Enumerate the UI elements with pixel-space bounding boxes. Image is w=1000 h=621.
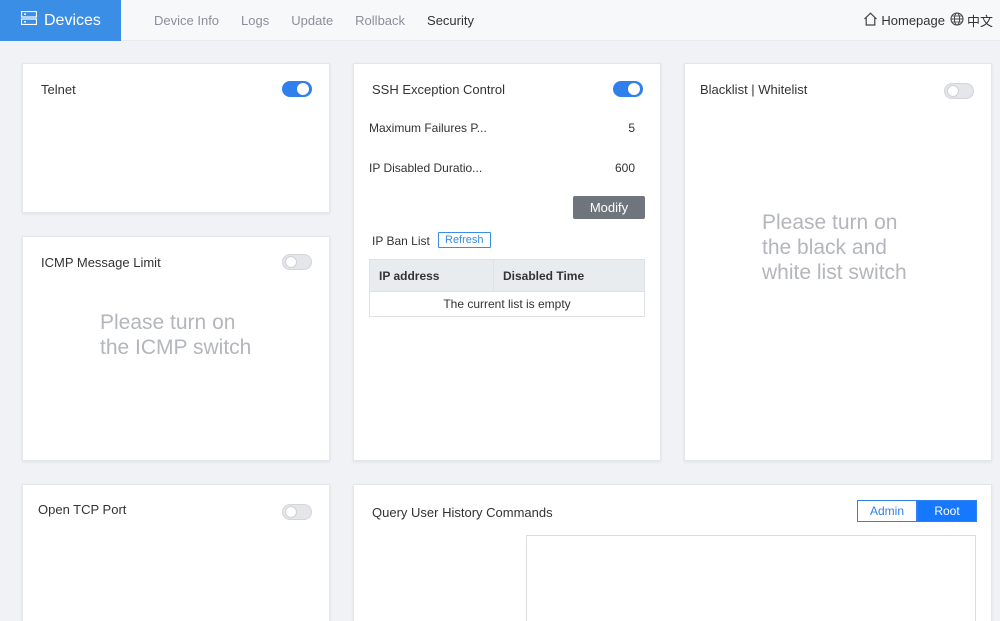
user-root-button[interactable]: Root: [917, 500, 977, 522]
nav-rollback[interactable]: Rollback: [355, 13, 405, 28]
column-disabled-time: Disabled Time: [493, 259, 645, 292]
globe-icon: [950, 12, 967, 29]
ssh-card: SSH Exception Control Maximum Failures P…: [353, 63, 661, 461]
nav-security[interactable]: Security: [427, 13, 474, 28]
disabled-duration-value[interactable]: 600: [615, 161, 635, 175]
blacklist-title: Blacklist | Whitelist: [700, 82, 808, 97]
icmp-placeholder: Please turn on the ICMP switch: [100, 311, 252, 359]
icmp-toggle[interactable]: [282, 254, 312, 270]
icmp-title: ICMP Message Limit: [41, 255, 161, 270]
blacklist-placeholder: Please turn on the black and white list …: [762, 211, 907, 284]
blacklist-card: Blacklist | Whitelist Please turn on the…: [684, 63, 992, 461]
modify-button[interactable]: Modify: [573, 196, 645, 219]
ssh-toggle[interactable]: [613, 81, 643, 97]
telnet-card: Telnet: [22, 63, 330, 213]
tcp-toggle[interactable]: [282, 504, 312, 520]
tcp-title: Open TCP Port: [38, 502, 127, 517]
language-switch[interactable]: 中文: [950, 11, 993, 30]
nav-update[interactable]: Update: [291, 13, 333, 28]
top-bar: Devices Device Info Logs Update Rollback…: [0, 0, 1000, 41]
tcp-card: Open TCP Port: [22, 484, 330, 621]
language-label: 中文: [966, 14, 993, 29]
max-failures-value[interactable]: 5: [628, 121, 635, 135]
home-icon: [863, 12, 881, 29]
empty-list-message: The current list is empty: [369, 291, 645, 317]
top-right-links: Homepage 中文: [863, 0, 993, 41]
brand-tab[interactable]: Devices: [0, 0, 121, 41]
homepage-label: Homepage: [881, 13, 945, 28]
ip-ban-table: IP address Disabled Time The current lis…: [369, 259, 645, 317]
nav-device-info[interactable]: Device Info: [154, 13, 219, 28]
column-ip-address: IP address: [369, 259, 494, 292]
disabled-duration-label: IP Disabled Duratio...: [369, 161, 483, 175]
brand-label: Devices: [44, 11, 101, 29]
history-card: Query User History Commands Admin Root: [353, 484, 992, 621]
blacklist-toggle[interactable]: [944, 83, 974, 99]
telnet-toggle[interactable]: [282, 81, 312, 97]
main-nav: Device Info Logs Update Rollback Securit…: [143, 0, 485, 41]
homepage-link[interactable]: Homepage: [863, 12, 945, 29]
icmp-card: ICMP Message Limit Please turn on the IC…: [22, 236, 330, 461]
nav-logs[interactable]: Logs: [241, 13, 269, 28]
ip-ban-list-label: IP Ban List: [372, 234, 430, 248]
refresh-button[interactable]: Refresh: [438, 232, 491, 248]
max-failures-label: Maximum Failures P...: [369, 121, 487, 135]
server-icon: [20, 10, 38, 30]
ssh-title: SSH Exception Control: [372, 82, 505, 97]
history-title: Query User History Commands: [372, 505, 553, 520]
telnet-title: Telnet: [41, 82, 76, 97]
user-segmented-control: Admin Root: [857, 500, 977, 522]
user-admin-button[interactable]: Admin: [857, 500, 917, 522]
history-output[interactable]: [526, 535, 976, 621]
